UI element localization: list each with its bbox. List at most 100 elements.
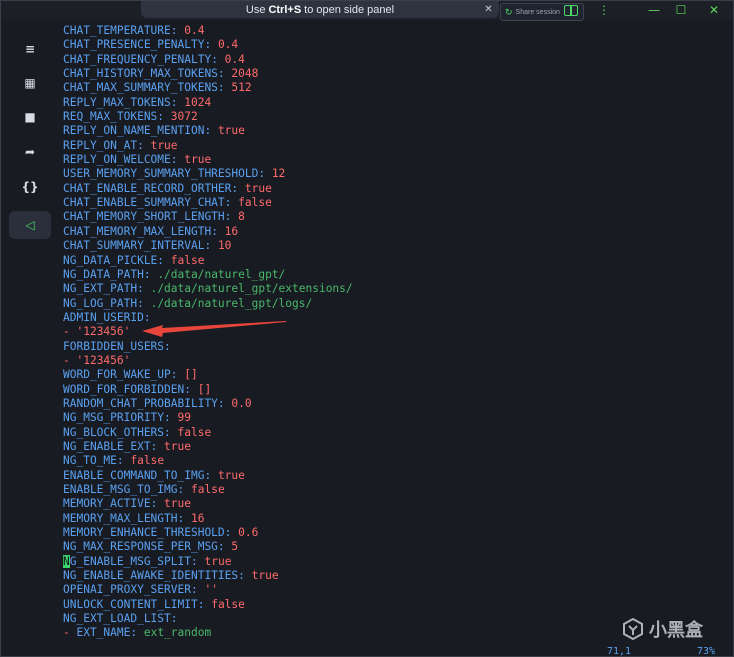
config-line: NG_EXT_PATH: ./data/naturel_gpt/extensio… [63, 282, 353, 296]
config-key: NG_ENABLE_AWAKE_IDENTITIES [63, 569, 239, 583]
config-key: CHAT_ENABLE_RECORD_ORTHER [63, 181, 232, 195]
hint-shortcut: Ctrl+S [268, 3, 302, 16]
config-value: 1024 [184, 95, 212, 109]
config-value: true [204, 554, 232, 568]
config-key: NG_TO_ME [63, 454, 117, 468]
config-value: ./data/naturel_gpt/extensions/ [150, 282, 353, 296]
config-line: REPLY_MAX_TOKENS: 1024 [63, 95, 212, 109]
side-panel-toggle-icon[interactable] [564, 5, 578, 16]
config-value: true [217, 124, 245, 138]
config-key: RANDOM_CHAT_PROBABILITY [63, 396, 218, 410]
config-key: REQ_MAX_TOKENS [63, 110, 158, 124]
config-value: ./data/naturel_gpt/ [157, 267, 286, 281]
config-value: false [211, 597, 245, 611]
config-key: CHAT_SUMMARY_INTERVAL [63, 239, 205, 253]
braces-icon[interactable]: {} [9, 173, 51, 201]
snippets-icon[interactable]: ◁ [9, 211, 51, 239]
config-key: ENABLE_COMMAND_TO_IMG [63, 468, 205, 482]
config-key: NG_EXT_LOAD_LIST [63, 612, 171, 626]
grid-icon[interactable]: ▦ [9, 69, 51, 97]
config-value: ./data/naturel_gpt/logs/ [150, 296, 313, 310]
config-value: ext_random [143, 626, 212, 640]
folder-icon[interactable]: ■ [9, 103, 51, 131]
config-key: CHAT_TEMPERATURE [63, 24, 171, 37]
config-key: ADMIN_USERID [63, 310, 144, 324]
config-line: USER_MEMORY_SUMMARY_THRESHOLD: 12 [63, 167, 286, 181]
config-key: USER_MEMORY_SUMMARY_THRESHOLD [63, 167, 259, 181]
close-icon[interactable]: ✕ [482, 3, 495, 16]
config-key: OPENAI_PROXY_SERVER [63, 583, 191, 597]
watermark-logo-icon [623, 618, 643, 640]
config-value: false [130, 454, 165, 468]
close-window-icon[interactable]: ✕ [701, 2, 727, 18]
config-line: ADMIN_USERID: [63, 310, 151, 324]
config-line: RANDOM_CHAT_PROBABILITY: 0.0 [63, 396, 252, 410]
config-line: MEMORY_ACTIVE: true [63, 497, 191, 511]
title-bar: Use Ctrl+S to open side panel ✕ ↻ Share … [1, 1, 733, 21]
config-key: CHAT_ENABLE_SUMMARY_CHAT [63, 196, 225, 210]
cursor-position: 71,1 [607, 646, 632, 657]
config-key: NG_MAX_RESPONSE_PER_MSG [63, 540, 218, 554]
config-line: MEMORY_ENHANCE_THRESHOLD: 0.6 [63, 526, 259, 540]
config-key: CHAT_HISTORY_MAX_TOKENS [63, 67, 218, 81]
config-value: true [217, 468, 245, 482]
config-value: 16 [191, 511, 205, 525]
config-value: '' [204, 583, 218, 597]
config-value: true [150, 138, 178, 152]
config-value: true [164, 497, 191, 511]
config-key: NG_ENABLE_EXT [63, 439, 151, 453]
config-line: NG_DATA_PICKLE: false [63, 253, 205, 267]
config-line: CHAT_ENABLE_RECORD_ORTHER: true [63, 181, 272, 195]
config-key: CHAT_MEMORY_MAX_LENGTH [63, 224, 212, 238]
maximize-icon[interactable]: ☐ [668, 2, 694, 18]
config-line: NG_MAX_RESPONSE_PER_MSG: 5 [63, 540, 239, 554]
config-line: CHAT_SUMMARY_INTERVAL: 10 [63, 239, 232, 253]
config-line: CHAT_MEMORY_SHORT_LENGTH: 8 [63, 210, 245, 224]
config-key: REPLY_MAX_TOKENS [63, 95, 171, 109]
side-panel-hint: Use Ctrl+S to open side panel ✕ [141, 1, 499, 18]
list-value: '123456' [76, 353, 131, 367]
minimize-icon[interactable]: — [641, 2, 667, 18]
config-line: UNLOCK_CONTENT_LIMIT: false [63, 597, 245, 611]
config-line: ENABLE_MSG_TO_IMG: false [63, 483, 225, 496]
config-value: false [238, 196, 272, 210]
config-value: true [184, 153, 212, 167]
config-line: CHAT_HISTORY_MAX_TOKENS: 2048 [63, 67, 259, 81]
editor-content[interactable]: CHAT_TEMPERATURE: 0.4 CHAT_PRESENCE_PENAL… [63, 24, 723, 644]
config-value: 2048 [231, 67, 259, 81]
config-value: 512 [231, 81, 252, 95]
sidebar: ≡ ▦ ■ ➦ {} ◁ [9, 20, 55, 656]
config-value: 0.0 [231, 396, 252, 410]
list-dash: - [63, 353, 77, 367]
watermark: 小黑盒 [623, 616, 703, 642]
config-key: CHAT_MEMORY_SHORT_LENGTH [63, 210, 225, 224]
config-line: - '123456' [63, 325, 723, 339]
config-value: 10 [217, 239, 232, 253]
config-value: [] [184, 368, 198, 382]
config-value: false [191, 483, 225, 496]
config-key: NG_MSG_PRIORITY [63, 411, 165, 425]
config-key: CHAT_FREQUENCY_PENALTY [63, 52, 212, 66]
config-value: true [244, 181, 272, 195]
config-line: CHAT_ENABLE_SUMMARY_CHAT: false [63, 196, 272, 210]
config-key: REPLY_ON_NAME_MENTION [63, 124, 205, 138]
config-line: ENABLE_COMMAND_TO_IMG: true [63, 468, 245, 482]
forward-icon[interactable]: ➦ [9, 138, 51, 166]
menu-icon[interactable]: ≡ [9, 35, 51, 63]
config-value: 12 [271, 167, 286, 181]
config-line: FORBIDDEN_USERS: [63, 339, 171, 353]
config-line: REQ_MAX_TOKENS: 3072 [63, 110, 198, 124]
list-dash: - [63, 626, 77, 640]
config-key: EXT_NAME [76, 626, 131, 640]
hint-suffix: to open side panel [304, 3, 395, 16]
config-line: REPLY_ON_AT: true [63, 138, 178, 152]
config-key: REPLY_ON_WELCOME [63, 153, 171, 167]
config-value: 5 [231, 540, 239, 554]
terminal-window: Use Ctrl+S to open side panel ✕ ↻ Share … [0, 0, 734, 657]
config-line: NG_MSG_PRIORITY: 99 [63, 411, 192, 425]
config-key: NG_DATA_PICKLE [63, 253, 158, 267]
more-options-icon[interactable]: ⋮ [591, 2, 617, 18]
config-line: CHAT_MEMORY_MAX_LENGTH: 16 [63, 224, 239, 238]
share-icon: ↻ [505, 6, 513, 17]
config-line: NG_ENABLE_MSG_SPLIT: true [63, 554, 232, 568]
